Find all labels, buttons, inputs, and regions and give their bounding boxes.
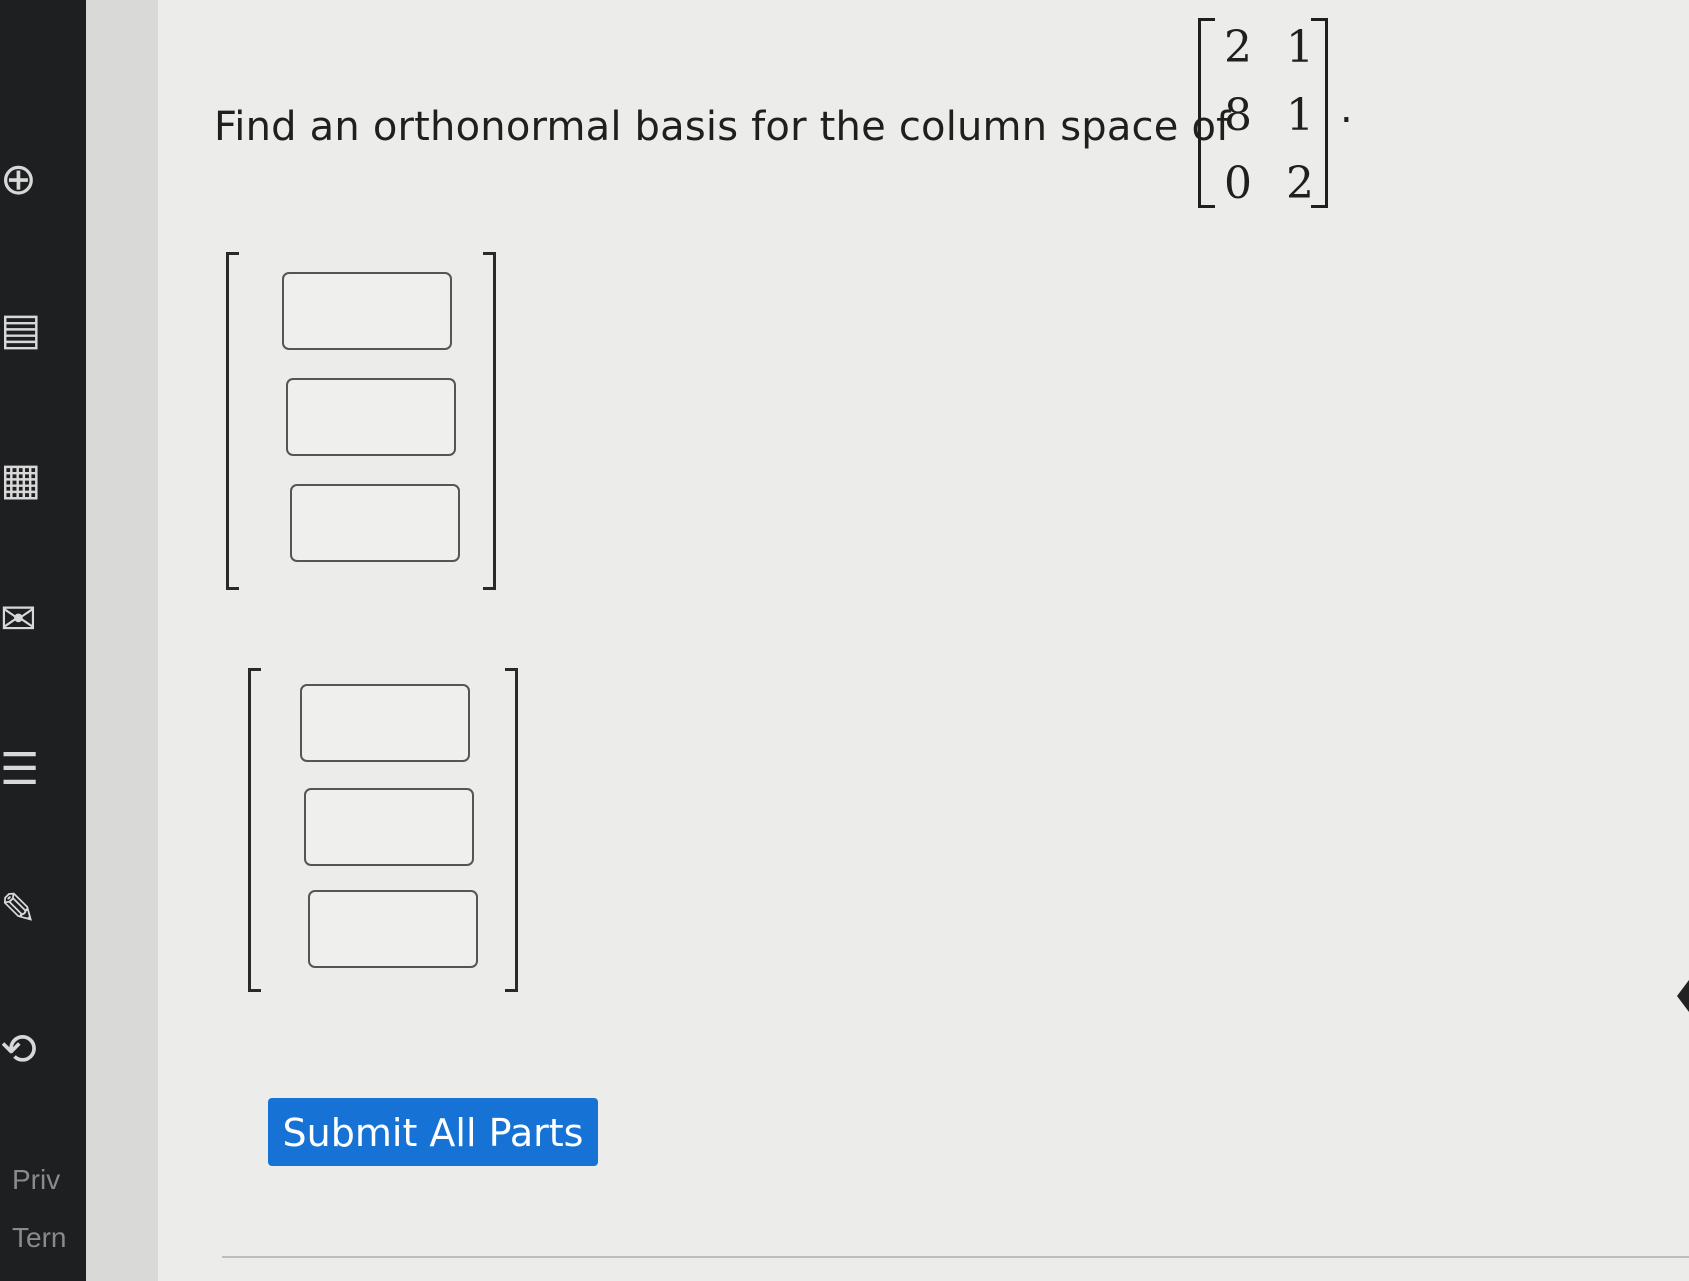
matrix-left-bracket xyxy=(1198,18,1215,208)
vector-1-entry-3[interactable] xyxy=(290,484,460,562)
divider xyxy=(222,1256,1689,1258)
sidebar-edge xyxy=(86,0,158,1281)
vector-right-bracket xyxy=(505,668,518,992)
notes-icon[interactable]: ☰ xyxy=(0,740,56,800)
document-icon[interactable]: ▤ xyxy=(0,300,56,360)
matrix-cell: 1 xyxy=(1286,22,1314,73)
basis-vector-2 xyxy=(248,668,518,992)
vector-left-bracket xyxy=(248,668,261,992)
vector-2-entry-1[interactable] xyxy=(300,684,470,762)
basis-vector-1 xyxy=(226,252,496,590)
privacy-link[interactable]: Priv xyxy=(12,1164,78,1196)
vector-1-entry-1[interactable] xyxy=(282,272,452,350)
left-sidebar: ⊕ ▤ ▦ ✉ ☰ ✎ ⟲ Priv Tern xyxy=(0,0,86,1281)
vector-2-entry-3[interactable] xyxy=(308,890,478,968)
accessibility-icon[interactable]: ⊕ xyxy=(0,150,56,210)
mail-icon[interactable]: ✉ xyxy=(0,590,56,650)
matrix-cell: 2 xyxy=(1286,158,1314,209)
matrix-cell: 8 xyxy=(1224,90,1252,141)
matrix-cell: 1 xyxy=(1286,90,1314,141)
question-text: Find an orthonormal basis for the column… xyxy=(214,104,1231,150)
vector-1-entry-2[interactable] xyxy=(286,378,456,456)
question-panel xyxy=(158,0,1689,1281)
vector-2-entry-2[interactable] xyxy=(304,788,474,866)
cursor-pointer-icon xyxy=(1677,980,1689,1012)
given-matrix: 2 1 8 1 0 2 xyxy=(1198,14,1328,209)
submit-all-parts-button[interactable]: Submit All Parts xyxy=(268,1098,598,1166)
logout-icon[interactable]: ⟲ xyxy=(0,1020,56,1080)
matrix-cell: 0 xyxy=(1224,158,1252,209)
vector-left-bracket xyxy=(226,252,239,590)
edit-icon[interactable]: ✎ xyxy=(0,880,56,940)
vector-right-bracket xyxy=(483,252,496,590)
terms-link[interactable]: Tern xyxy=(12,1222,78,1254)
question-period: . xyxy=(1340,86,1353,132)
matrix-cell: 2 xyxy=(1224,22,1252,73)
grid-icon[interactable]: ▦ xyxy=(0,450,56,510)
